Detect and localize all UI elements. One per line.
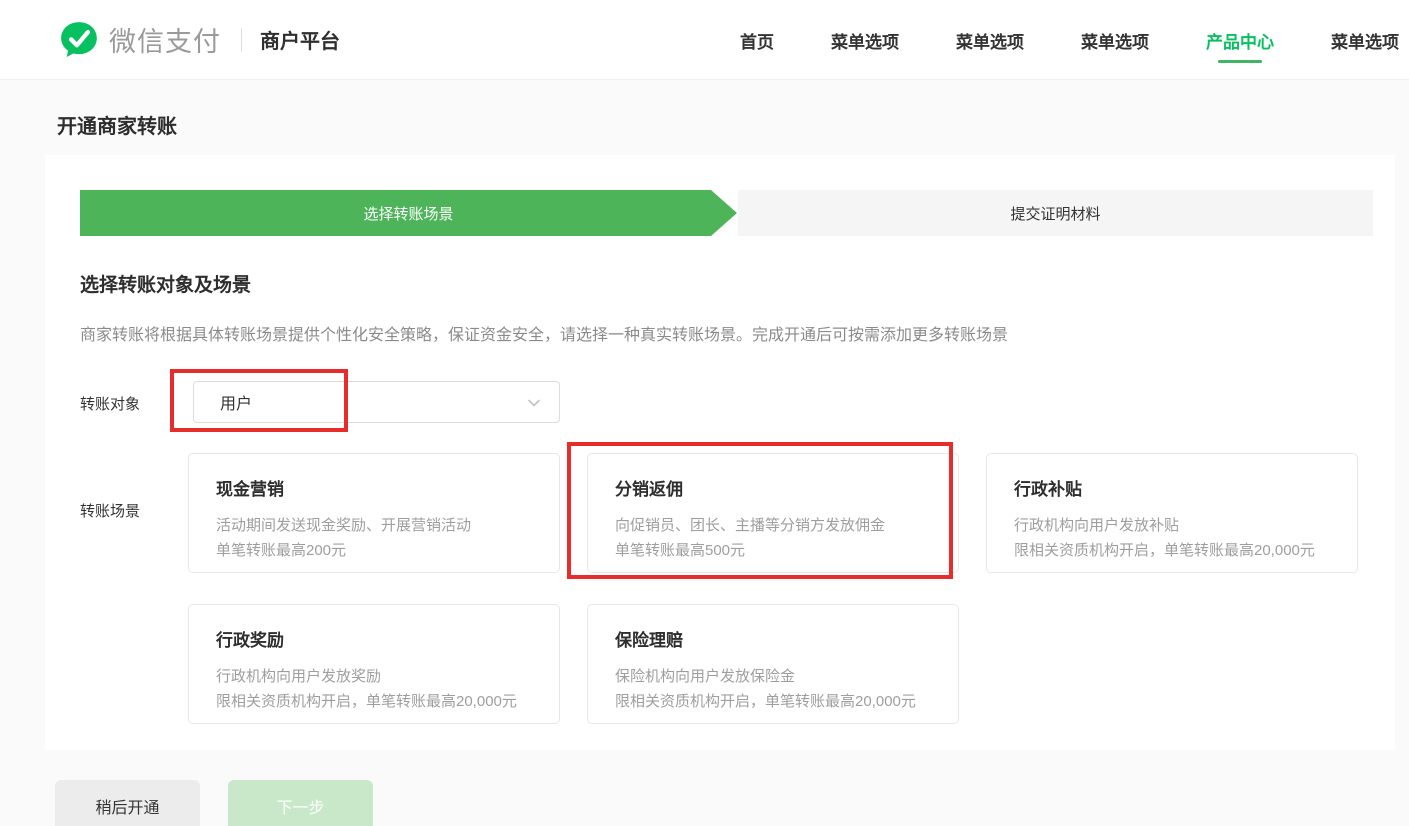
main-panel: 选择转账场景 提交证明材料 选择转账对象及场景 商家转账将根据具体转账场景提供个… bbox=[45, 155, 1395, 750]
step-progress: 选择转账场景 提交证明材料 bbox=[80, 190, 1373, 236]
scene-card-desc: 活动期间发送现金奖励、开展营销活动 bbox=[216, 513, 532, 538]
open-later-button[interactable]: 稍后开通 bbox=[55, 780, 200, 826]
scene-card-title: 行政奖励 bbox=[216, 626, 532, 651]
nav-item-menu-3[interactable]: 菜单选项 bbox=[1081, 0, 1149, 80]
scene-card-desc: 行政机构向用户发放奖励 bbox=[216, 664, 532, 689]
merchant-platform-screen: 微信支付 商户平台 首页 菜单选项 菜单选项 菜单选项 产品中心 菜单选项 开通… bbox=[0, 0, 1409, 826]
scene-card-limit: 限相关资质机构开启，单笔转账最高20,000元 bbox=[1014, 538, 1330, 563]
main-nav: 首页 菜单选项 菜单选项 菜单选项 产品中心 菜单选项 bbox=[740, 0, 1403, 80]
nav-item-home[interactable]: 首页 bbox=[740, 0, 774, 80]
scene-card-admin-reward[interactable]: 行政奖励 行政机构向用户发放奖励 限相关资质机构开启，单笔转账最高20,000元 bbox=[188, 604, 560, 724]
brand-home-link[interactable]: 微信支付 商户平台 bbox=[58, 19, 340, 61]
nav-item-product-center[interactable]: 产品中心 bbox=[1206, 0, 1274, 80]
scene-card-title: 现金营销 bbox=[216, 475, 532, 500]
nav-item-menu-1[interactable]: 菜单选项 bbox=[831, 0, 899, 80]
brand-divider bbox=[241, 28, 242, 52]
chevron-down-icon bbox=[527, 398, 541, 408]
brand-name: 微信支付 bbox=[109, 20, 221, 59]
step-choose-scene: 选择转账场景 bbox=[80, 190, 737, 236]
scene-card-desc: 向促销员、团长、主播等分销方发放佣金 bbox=[615, 513, 931, 538]
nav-item-menu-2[interactable]: 菜单选项 bbox=[956, 0, 1024, 80]
scene-card-limit: 单笔转账最高200元 bbox=[216, 538, 532, 563]
section-heading: 选择转账对象及场景 bbox=[80, 270, 251, 297]
scene-card-title: 行政补贴 bbox=[1014, 475, 1330, 500]
section-description: 商家转账将根据具体转账场景提供个性化安全策略，保证资金安全，请选择一种真实转账场… bbox=[80, 321, 1370, 345]
scene-card-desc: 保险机构向用户发放保险金 bbox=[615, 664, 931, 689]
scene-card-cash-marketing[interactable]: 现金营销 活动期间发送现金奖励、开展营销活动 单笔转账最高200元 bbox=[188, 453, 560, 573]
top-navbar: 微信支付 商户平台 首页 菜单选项 菜单选项 菜单选项 产品中心 菜单选项 bbox=[0, 0, 1409, 80]
scene-card-title: 保险理赔 bbox=[615, 626, 931, 651]
page-title: 开通商家转账 bbox=[57, 110, 177, 139]
scene-card-limit: 单笔转账最高500元 bbox=[615, 538, 931, 563]
step-submit-materials: 提交证明材料 bbox=[738, 190, 1373, 236]
scene-card-distribution-commission[interactable]: 分销返佣 向促销员、团长、主播等分销方发放佣金 单笔转账最高500元 bbox=[587, 453, 959, 573]
wechat-pay-logo-icon bbox=[58, 19, 100, 61]
transfer-target-selected-value: 用户 bbox=[220, 390, 252, 414]
transfer-target-select[interactable]: 用户 bbox=[193, 381, 560, 423]
scene-card-limit: 限相关资质机构开启，单笔转账最高20,000元 bbox=[615, 689, 931, 714]
scene-card-limit: 限相关资质机构开启，单笔转账最高20,000元 bbox=[216, 689, 532, 714]
nav-item-menu-4[interactable]: 菜单选项 bbox=[1331, 0, 1399, 80]
scene-card-insurance-claim[interactable]: 保险理赔 保险机构向用户发放保险金 限相关资质机构开启，单笔转账最高20,000… bbox=[587, 604, 959, 724]
scene-card-admin-subsidy[interactable]: 行政补贴 行政机构向用户发放补贴 限相关资质机构开启，单笔转账最高20,000元 bbox=[986, 453, 1358, 573]
scene-cards-grid: 现金营销 活动期间发送现金奖励、开展营销活动 单笔转账最高200元 分销返佣 向… bbox=[188, 453, 1358, 724]
transfer-target-label: 转账对象 bbox=[80, 393, 140, 414]
scene-card-title: 分销返佣 bbox=[615, 475, 931, 500]
transfer-scene-label: 转账场景 bbox=[80, 500, 140, 521]
next-step-button[interactable]: 下一步 bbox=[228, 780, 373, 826]
platform-label: 商户平台 bbox=[260, 25, 340, 54]
scene-card-desc: 行政机构向用户发放补贴 bbox=[1014, 513, 1330, 538]
